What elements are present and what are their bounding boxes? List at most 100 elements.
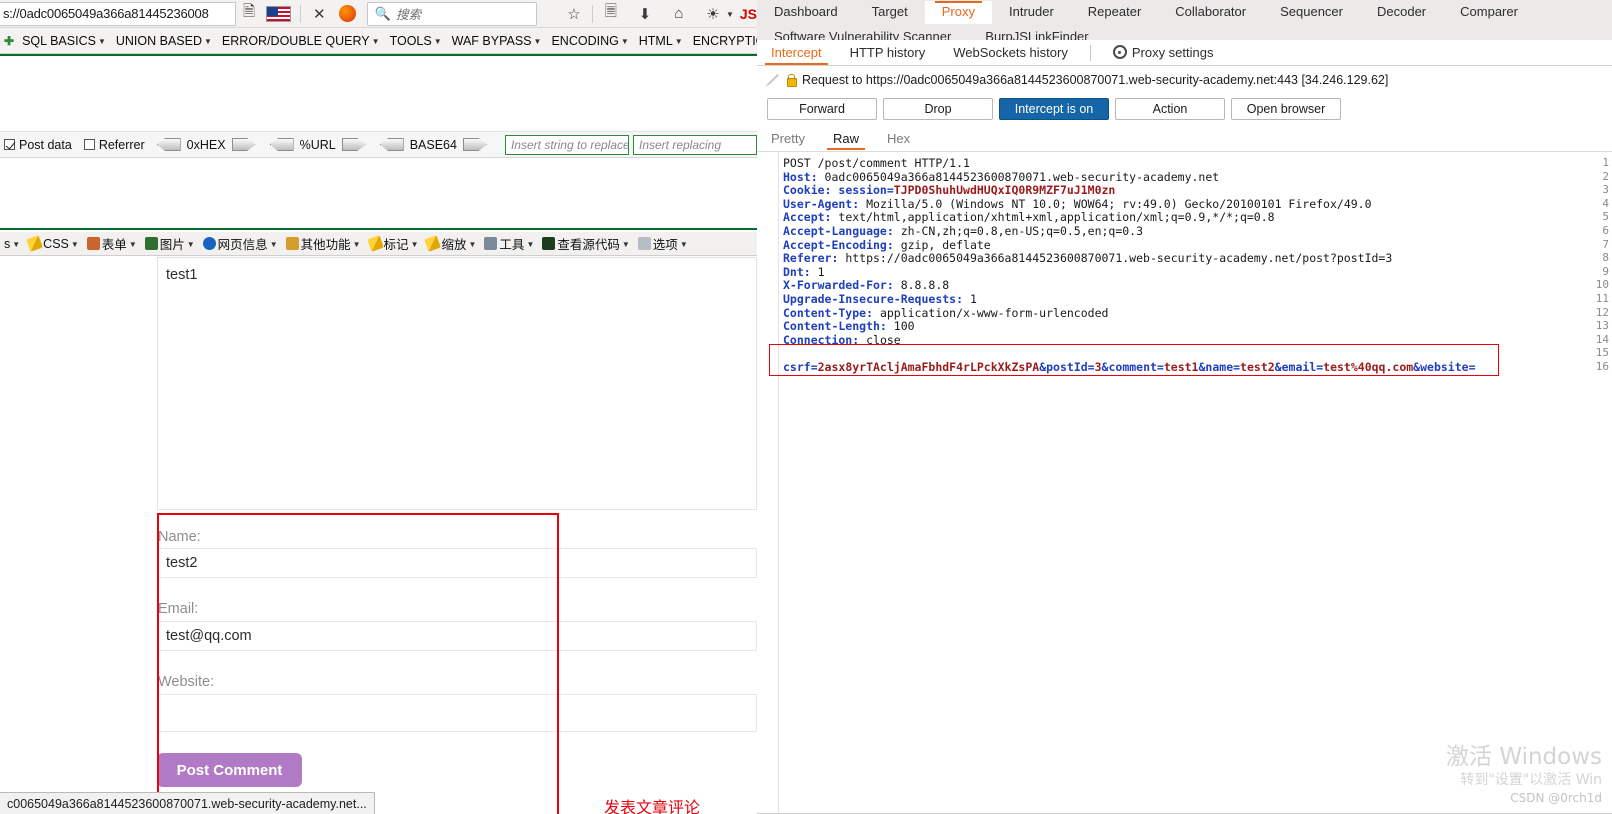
line-number: 1 [1602, 156, 1609, 169]
name-input-value: test2 [166, 555, 198, 571]
tab-intruder[interactable]: Intruder [992, 1, 1071, 24]
web-page-content: test1 Name: test2 Email: test@qq.com Web… [0, 256, 757, 814]
post-comment-button[interactable]: Post Comment [157, 753, 302, 787]
bookmark-tools[interactable]: TOOLS ▼ [385, 34, 447, 48]
webdev-item-resize[interactable]: 缩放 ▼ [422, 234, 480, 253]
hackbar-fox-icon[interactable] [339, 5, 356, 22]
library-icon[interactable]: 🗏 [598, 1, 624, 27]
website-label: Website: [158, 674, 215, 690]
comment-textarea[interactable]: test1 [157, 257, 757, 510]
line-number: 15 [1595, 346, 1609, 360]
header-value: 0adc0065049a366a8144523600870071.web-sec… [817, 169, 1220, 184]
webdev-item-images[interactable]: 图片 ▼ [141, 234, 199, 253]
tab-sequencer[interactable]: Sequencer [1263, 1, 1360, 24]
base64-encode-button[interactable] [462, 138, 487, 151]
webdev-item-page-info[interactable]: 网页信息 ▼ [199, 234, 282, 253]
bookmark-union-based[interactable]: UNION BASED ▼ [111, 34, 217, 48]
header-name: Content-Length: [783, 319, 887, 334]
webdev-item-s[interactable]: s ▼ [0, 237, 24, 251]
url-encode-button[interactable] [341, 138, 366, 151]
tab-pretty[interactable]: Pretty [757, 129, 819, 150]
webdev-item-view-source[interactable]: 查看源代码 ▼ [538, 234, 633, 253]
tab-websockets-history[interactable]: WebSockets history [939, 41, 1082, 65]
bookmark-waf-bypass[interactable]: WAF BYPASS ▼ [447, 34, 547, 48]
tab-repeater[interactable]: Repeater [1071, 1, 1158, 24]
header-name: Accept: [783, 210, 832, 225]
tab-http-history[interactable]: HTTP history [836, 41, 940, 65]
bookmark-error-double-query[interactable]: ERROR/DOUBLE QUERY ▼ [217, 34, 385, 48]
website-input[interactable] [157, 694, 757, 732]
reader-view-icon[interactable]: 🗎 [236, 1, 262, 27]
tab-proxy[interactable]: Proxy [924, 1, 992, 24]
tab-hex[interactable]: Hex [873, 129, 924, 150]
bookmark-star-icon[interactable]: ☆ [561, 1, 587, 27]
chevron-down-icon: ▼ [620, 37, 629, 46]
open-browser-button[interactable]: Open browser [1231, 98, 1341, 120]
bookmark-encoding[interactable]: ENCODING ▼ [546, 34, 633, 48]
bookmark-sql-basics[interactable]: SQL BASICS ▼ [17, 34, 111, 48]
action-button[interactable]: Action [1115, 98, 1225, 120]
hackbar-url-area [0, 56, 757, 132]
url-decode-button[interactable] [269, 138, 294, 151]
download-icon[interactable]: ⬇ [632, 1, 658, 27]
webdev-item-options[interactable]: 选项 ▼ [634, 234, 692, 253]
drop-button[interactable]: Drop [883, 98, 993, 120]
line-number: 9 [1602, 264, 1609, 278]
webdev-label: 选项 [652, 238, 678, 252]
hex-decode-button[interactable] [156, 138, 181, 151]
post-data-checkbox[interactable]: Post data [4, 138, 72, 152]
home-icon[interactable]: ⌂ [666, 1, 692, 27]
chevron-down-icon[interactable]: ▼ [726, 10, 734, 19]
base64-decode-button[interactable] [379, 138, 404, 151]
tab-intercept[interactable]: Intercept [757, 41, 836, 65]
name-input[interactable]: test2 [157, 548, 757, 578]
checkbox-icon [4, 139, 15, 150]
tab-collaborator[interactable]: Collaborator [1158, 1, 1263, 24]
bookmark-encryption[interactable]: ENCRYPTION▼ [688, 34, 757, 48]
lock-icon [785, 74, 797, 87]
close-icon[interactable]: ✕ [306, 1, 332, 27]
email-input[interactable]: test@qq.com [157, 621, 757, 651]
proxy-settings-button[interactable]: Proxy settings [1099, 41, 1228, 65]
tab-decoder[interactable]: Decoder [1360, 1, 1443, 24]
replacing-string-input[interactable]: Insert replacing [632, 134, 757, 155]
webdev-label: 查看源代码 [557, 238, 620, 252]
chevron-down-icon: ▼ [186, 240, 195, 249]
javascript-toggle-icon[interactable]: JS [740, 6, 757, 22]
pencil-icon [424, 235, 442, 252]
header-name: Accept-Encoding: [783, 237, 894, 252]
hex-encode-button[interactable] [231, 138, 256, 151]
pencil-icon [366, 235, 384, 252]
bookmark-html[interactable]: HTML ▼ [634, 34, 688, 48]
noscript-icon[interactable]: ☀ [700, 1, 726, 27]
language-flag-icon[interactable] [266, 5, 292, 22]
webdev-item-outline[interactable]: 标记 ▼ [365, 234, 423, 253]
request-line: Accept-Encoding: gzip, deflate [783, 238, 991, 252]
forward-button[interactable]: Forward [767, 98, 877, 120]
webdev-item-forms[interactable]: 表单 ▼ [83, 234, 141, 253]
address-bar[interactable]: s://0adc0065049a366a81445236008 [0, 1, 237, 26]
tab-target[interactable]: Target [855, 1, 925, 24]
tab-dashboard[interactable]: Dashboard [757, 1, 855, 24]
intercept-toggle-button[interactable]: Intercept is on [999, 98, 1109, 120]
tab-comparer[interactable]: Comparer [1443, 1, 1535, 24]
bookmark-label: TOOLS [389, 33, 432, 48]
chevron-down-icon: ▼ [410, 240, 419, 249]
request-editor[interactable]: 1 POST /post/comment HTTP/1.1 2 Host: 0adc0… [757, 152, 1612, 814]
checkbox-icon [83, 139, 95, 150]
post-data-label: Post data [19, 137, 72, 152]
webdev-item-css[interactable]: CSS ▼ [24, 235, 83, 252]
annotation-text: 发表文章评论 [604, 798, 701, 814]
webdev-item-misc[interactable]: 其他功能 ▼ [282, 234, 365, 253]
search-input[interactable]: 🔍 搜索 [366, 1, 537, 26]
burp-suite-window: Dashboard Target Proxy Intruder Repeater… [757, 0, 1612, 814]
intercepted-request-header: Request to https://0adc0065049a366a81445… [757, 68, 1612, 92]
tab-raw[interactable]: Raw [819, 129, 873, 150]
chevron-down-icon: ▼ [128, 240, 137, 249]
replace-string-input[interactable]: Insert string to replace [504, 134, 629, 155]
line-number: 12 [1595, 305, 1609, 319]
add-bookmark-icon[interactable]: ✚ [4, 34, 14, 48]
edit-pencil-icon[interactable] [765, 73, 779, 87]
webdev-item-tools[interactable]: 工具 ▼ [480, 234, 538, 253]
referrer-checkbox[interactable]: Referrer [83, 138, 145, 152]
